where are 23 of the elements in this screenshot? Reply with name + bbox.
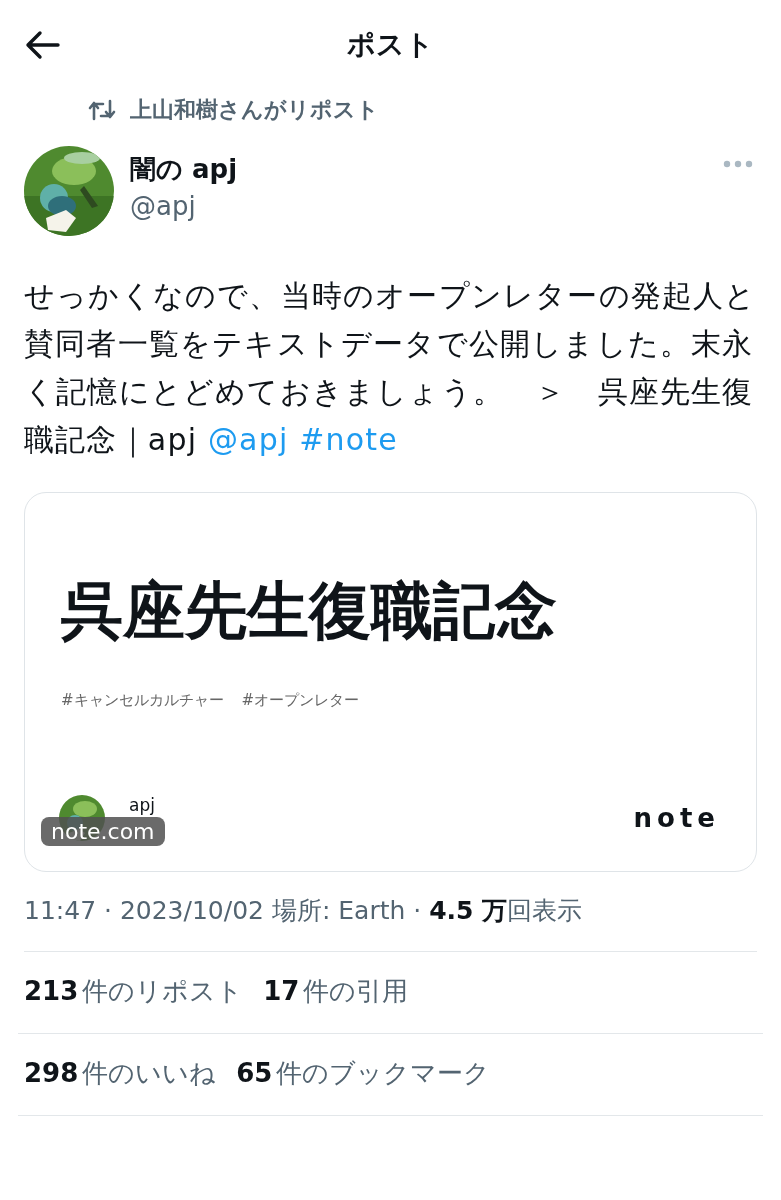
repost-label: 上山和樹さんがリポスト: [130, 96, 379, 124]
domain-badge: note.com: [41, 817, 165, 846]
card-tag: #キャンセルカルチャー: [61, 691, 224, 710]
stat-count[interactable]: 213: [24, 976, 79, 1006]
page-title: ポスト: [347, 27, 434, 63]
stat-count[interactable]: 298: [24, 1058, 79, 1088]
post-meta: 11:47 · 2023/10/02 場所: Earth · 4.5 万回表示: [24, 894, 757, 952]
stat-label[interactable]: 件のブックマーク: [276, 1058, 491, 1088]
card-author: apj: [129, 795, 155, 815]
stat-count[interactable]: 65: [236, 1058, 273, 1088]
link-card[interactable]: 呉座先生復職記念 #キャンセルカルチャー #オープンレター apj note.com note: [24, 492, 757, 872]
back-arrow-icon[interactable]: [24, 30, 60, 60]
author-handle[interactable]: @apj: [130, 191, 238, 221]
author-name[interactable]: 闇の apj: [130, 152, 238, 187]
stat-count[interactable]: 17: [263, 976, 300, 1006]
stat-label[interactable]: 件のリポスト: [82, 976, 244, 1006]
repost-icon: [88, 99, 116, 121]
card-title: 呉座先生復職記念: [61, 573, 558, 649]
card-tag: #オープンレター: [241, 691, 360, 710]
post-text: せっかくなので、当時のオープンレターの発起人と賛同者一覧をテキストデータで公開しました。末永く記憶にとどめておきましょう。 ＞ 呉座先生復職記念｜apj @apj #note: [24, 277, 757, 460]
stat-label[interactable]: 件の引用: [303, 976, 409, 1006]
note-logo: note: [633, 803, 720, 833]
stat-label[interactable]: 件のいいね: [82, 1058, 217, 1088]
